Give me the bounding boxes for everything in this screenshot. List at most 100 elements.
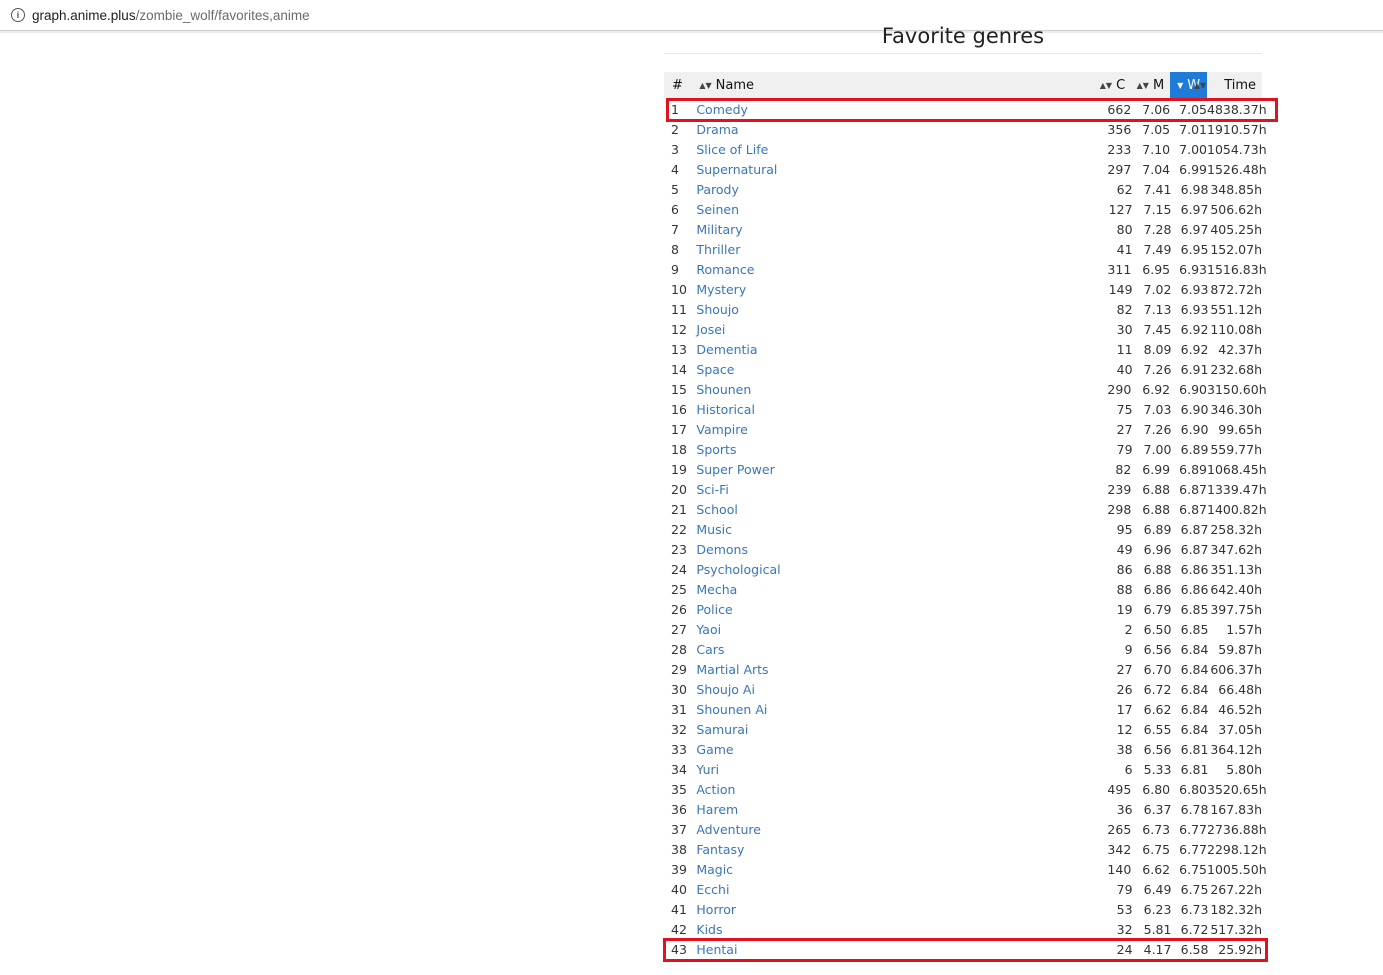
genre-link[interactable]: Historical bbox=[696, 402, 755, 417]
genre-link[interactable]: Slice of Life bbox=[696, 142, 768, 157]
cell-mean: 6.88 bbox=[1143, 561, 1172, 577]
cell-rank: 3 bbox=[671, 141, 679, 157]
header-count[interactable]: ▲▼ C bbox=[1090, 72, 1131, 99]
header-time[interactable]: ▲▼ Time bbox=[1194, 72, 1262, 99]
genre-link[interactable]: Space bbox=[696, 362, 734, 377]
genre-link[interactable]: Police bbox=[696, 602, 732, 617]
genre-link[interactable]: Sports bbox=[696, 442, 736, 457]
table-row: 16 Historical 75 7.03 6.90 346.30h bbox=[664, 399, 1262, 419]
genre-link[interactable]: Vampire bbox=[696, 422, 747, 437]
cell-time: 258.32h bbox=[1210, 521, 1263, 537]
cell-rank: 10 bbox=[671, 281, 687, 297]
genre-link[interactable]: Fantasy bbox=[696, 842, 744, 857]
header-mean[interactable]: ▲▼ M bbox=[1131, 72, 1170, 99]
genre-link[interactable]: Sci-Fi bbox=[696, 482, 729, 497]
cell-count: 342 bbox=[1107, 841, 1132, 857]
genre-link[interactable]: Game bbox=[696, 742, 733, 757]
genre-link[interactable]: Dementia bbox=[696, 342, 757, 357]
genre-link[interactable]: Hentai bbox=[696, 942, 737, 957]
cell-rank: 39 bbox=[671, 861, 687, 877]
genre-link[interactable]: Supernatural bbox=[696, 162, 777, 177]
genre-link[interactable]: Kids bbox=[696, 922, 722, 937]
cell-weighted: 6.84 bbox=[1180, 641, 1209, 657]
cell-name: Shounen Ai bbox=[693, 702, 1091, 717]
cell-mean: 6.62 bbox=[1143, 701, 1172, 717]
genre-link[interactable]: Horror bbox=[696, 902, 736, 917]
cell-count: 11 bbox=[1116, 341, 1133, 357]
genre-link[interactable]: Mecha bbox=[696, 582, 737, 597]
cell-count: 75 bbox=[1116, 401, 1133, 417]
cell-count: 311 bbox=[1107, 261, 1132, 277]
cell-weighted: 6.87 bbox=[1179, 501, 1207, 517]
cell-time: 232.68h bbox=[1210, 361, 1263, 377]
cell-count: 80 bbox=[1116, 221, 1133, 237]
cell-mean: 7.26 bbox=[1143, 361, 1172, 377]
cell-name: Josei bbox=[693, 322, 1091, 337]
cell-rank: 18 bbox=[671, 441, 687, 457]
genre-link[interactable]: Ecchi bbox=[696, 882, 729, 897]
genre-link[interactable]: Shoujo Ai bbox=[696, 682, 755, 697]
cell-weighted: 7.00 bbox=[1179, 141, 1207, 157]
table-row: 30 Shoujo Ai 26 6.72 6.84 66.48h bbox=[664, 679, 1262, 699]
table-row: 43 Hentai 24 4.17 6.58 25.92h bbox=[664, 939, 1262, 959]
genre-link[interactable]: Military bbox=[696, 222, 742, 237]
genre-link[interactable]: Action bbox=[696, 782, 735, 797]
cell-count: 290 bbox=[1107, 381, 1132, 397]
cell-weighted: 6.77 bbox=[1179, 841, 1207, 857]
cell-name: Parody bbox=[693, 182, 1091, 197]
cell-weighted: 6.75 bbox=[1180, 881, 1209, 897]
title-divider bbox=[664, 53, 1262, 54]
genre-link[interactable]: Yaoi bbox=[696, 622, 721, 637]
genre-link[interactable]: Psychological bbox=[696, 562, 780, 577]
genre-link[interactable]: Cars bbox=[696, 642, 724, 657]
genre-link[interactable]: Harem bbox=[696, 802, 738, 817]
cell-time: 1054.73h bbox=[1207, 141, 1267, 157]
genre-link[interactable]: Yuri bbox=[696, 762, 719, 777]
genre-link[interactable]: Romance bbox=[696, 262, 754, 277]
table-row: 34 Yuri 6 5.33 6.81 5.80h bbox=[664, 759, 1262, 779]
url-text[interactable]: graph.anime.plus/zombie_wolf/favorites,a… bbox=[32, 8, 310, 23]
genre-link[interactable]: Demons bbox=[696, 542, 748, 557]
cell-name: Sci-Fi bbox=[693, 482, 1090, 497]
cell-time: 606.37h bbox=[1210, 661, 1263, 677]
cell-mean: 6.72 bbox=[1143, 681, 1172, 697]
cell-count: 19 bbox=[1116, 601, 1133, 617]
genre-link[interactable]: Adventure bbox=[696, 822, 761, 837]
cell-mean: 7.02 bbox=[1143, 281, 1172, 297]
cell-mean: 7.00 bbox=[1143, 441, 1172, 457]
table-row: 1 Comedy 662 7.06 7.05 4838.37h bbox=[664, 99, 1267, 119]
header-name[interactable]: ▲▼ Name bbox=[693, 72, 1090, 99]
genre-link[interactable]: Parody bbox=[696, 182, 738, 197]
table-row: 24 Psychological 86 6.88 6.86 351.13h bbox=[664, 559, 1262, 579]
genre-link[interactable]: Super Power bbox=[696, 462, 774, 477]
genre-link[interactable]: Mystery bbox=[696, 282, 746, 297]
cell-weighted: 6.98 bbox=[1180, 181, 1209, 197]
table-row: 4 Supernatural 297 7.04 6.99 1526.48h bbox=[664, 159, 1267, 179]
info-icon[interactable]: i bbox=[11, 8, 25, 22]
genre-link[interactable]: School bbox=[696, 502, 738, 517]
genre-link[interactable]: Music bbox=[696, 522, 732, 537]
genre-link[interactable]: Magic bbox=[696, 862, 733, 877]
cell-rank: 14 bbox=[671, 361, 687, 377]
genre-link[interactable]: Thriller bbox=[696, 242, 740, 257]
cell-mean: 6.49 bbox=[1143, 881, 1172, 897]
cell-weighted: 6.86 bbox=[1180, 561, 1209, 577]
cell-name: Romance bbox=[693, 262, 1090, 277]
cell-rank: 1 bbox=[671, 101, 679, 117]
cell-count: 62 bbox=[1116, 181, 1133, 197]
genre-link[interactable]: Samurai bbox=[696, 722, 748, 737]
cell-mean: 6.99 bbox=[1142, 461, 1171, 477]
genre-link[interactable]: Drama bbox=[696, 122, 738, 137]
genre-link[interactable]: Shounen bbox=[696, 382, 751, 397]
genre-link[interactable]: Martial Arts bbox=[696, 662, 768, 677]
genre-link[interactable]: Shoujo bbox=[696, 302, 739, 317]
cell-weighted: 6.84 bbox=[1180, 681, 1209, 697]
cell-rank: 28 bbox=[671, 641, 687, 657]
cell-count: 82 bbox=[1116, 301, 1133, 317]
genre-link[interactable]: Shounen Ai bbox=[696, 702, 767, 717]
genre-link[interactable]: Seinen bbox=[696, 202, 739, 217]
genre-link[interactable]: Comedy bbox=[696, 102, 748, 117]
header-rank[interactable]: # bbox=[664, 72, 693, 99]
genre-link[interactable]: Josei bbox=[696, 322, 725, 337]
cell-name: Seinen bbox=[693, 202, 1091, 217]
